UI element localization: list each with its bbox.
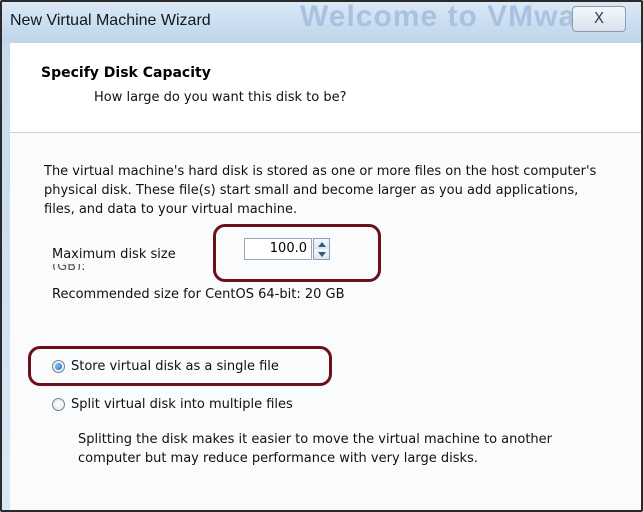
- radio-single-file[interactable]: Store virtual disk as a single file: [52, 357, 279, 375]
- radio-single-file-label: Store virtual disk as a single file: [71, 358, 279, 374]
- max-disk-size-label-overflow: (GB):: [52, 264, 86, 270]
- split-description: Splitting the disk makes it easier to mo…: [78, 432, 552, 466]
- arrow-down-icon: [317, 251, 326, 257]
- radio-dot: [55, 362, 62, 370]
- window-title: New Virtual Machine Wizard: [10, 12, 211, 29]
- recommended-size-text: Recommended size for CentOS 64-bit: 20 G…: [52, 287, 345, 302]
- arrow-up-icon: [317, 241, 326, 247]
- wizard-header: Specify Disk Capacity How large do you w…: [10, 43, 641, 133]
- max-disk-size-input[interactable]: 100.0: [244, 238, 312, 260]
- title-bar: Welcome to VMwa New Virtual Machine Wiza…: [2, 2, 641, 44]
- radio-selected-icon[interactable]: [52, 359, 65, 373]
- page-subtitle: How large do you want this disk to be?: [94, 90, 347, 105]
- background-window-title: Welcome to VMwa: [300, 2, 577, 33]
- page-title: Specify Disk Capacity: [41, 65, 211, 81]
- window-left-border: [2, 43, 10, 510]
- radio-unselected-icon[interactable]: [52, 397, 65, 411]
- spinner-down-button[interactable]: [314, 249, 329, 259]
- disk-size-spinner[interactable]: [313, 238, 330, 260]
- close-icon: X: [593, 9, 605, 27]
- disk-description: The virtual machine's hard disk is store…: [44, 164, 597, 217]
- radio-split-files[interactable]: Split virtual disk into multiple files: [52, 395, 293, 413]
- radio-split-files-label: Split virtual disk into multiple files: [71, 396, 293, 412]
- max-disk-size-label: Maximum disk size: [52, 247, 176, 262]
- close-button[interactable]: X: [572, 6, 626, 32]
